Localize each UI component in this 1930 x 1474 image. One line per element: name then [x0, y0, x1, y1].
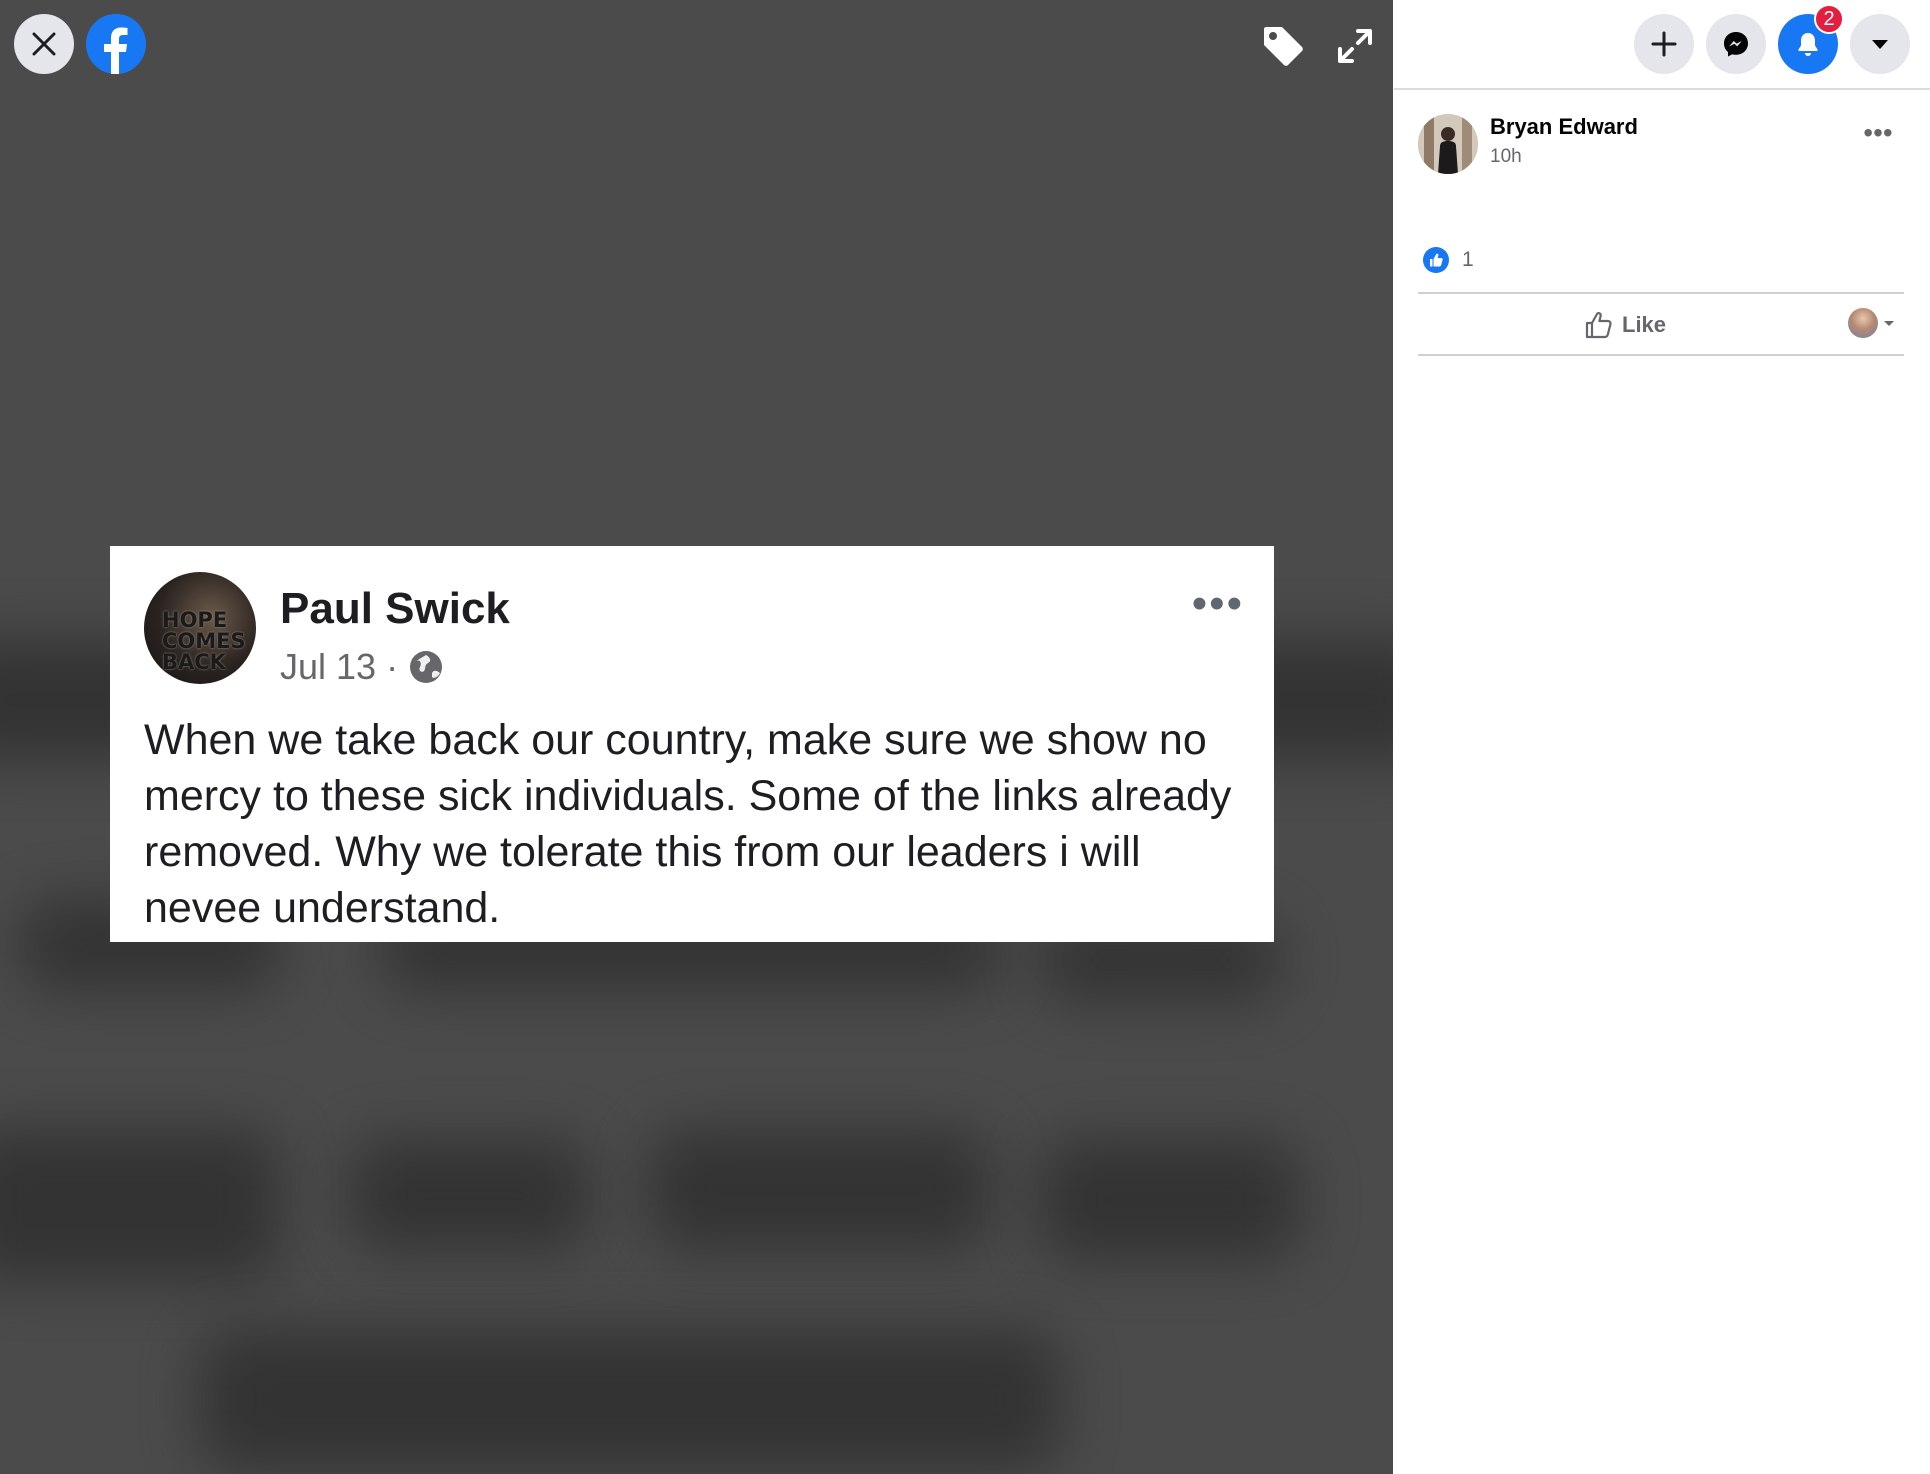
blurred-background: [650, 1130, 990, 1250]
notification-badge: 2: [1814, 4, 1844, 34]
expand-icon: [1338, 29, 1372, 63]
post-date: Jul 13: [280, 646, 377, 687]
notifications-icon: [1798, 33, 1818, 56]
divider: [1418, 354, 1904, 356]
plus-icon: [1651, 31, 1677, 57]
blurred-background: [200, 1330, 1060, 1470]
tag-photo-button[interactable]: [1255, 18, 1311, 74]
blurred-background: [1040, 1140, 1300, 1260]
photo-viewer: HOPE COMES BACK Paul Swick Jul 13 · ••• …: [0, 0, 1393, 1474]
thumbs-up-icon: [1585, 311, 1612, 339]
post-more-icon: •••: [1191, 579, 1244, 628]
blurred-background: [350, 1140, 590, 1250]
like-reaction-icon: [1423, 247, 1449, 273]
author-name[interactable]: Bryan Edward: [1490, 114, 1638, 140]
react-as-selector[interactable]: [1848, 308, 1896, 338]
globe-icon: [410, 651, 443, 683]
account-menu-button[interactable]: [1850, 14, 1910, 74]
shared-post-screenshot: HOPE COMES BACK Paul Swick Jul 13 · ••• …: [110, 546, 1274, 942]
tag-icon: [1264, 27, 1303, 66]
close-icon: [32, 32, 56, 56]
chevron-down-icon: [1884, 321, 1894, 326]
divider: [1418, 292, 1904, 294]
reaction-count: 1: [1462, 248, 1474, 271]
reaction-summary[interactable]: 1: [1422, 246, 1474, 274]
sidebar-header: 2: [1394, 0, 1930, 90]
facebook-logo-icon: [86, 14, 146, 74]
post-timestamp[interactable]: 10h: [1490, 146, 1522, 168]
messenger-button[interactable]: [1706, 14, 1766, 74]
close-button[interactable]: [14, 14, 74, 74]
photo-sidebar: 2 Bryan Edward 10h ••• 1 Like: [1394, 0, 1930, 1474]
meta-separator: ·: [386, 646, 399, 687]
author-avatar[interactable]: [1418, 114, 1478, 174]
messenger-icon: [1724, 32, 1748, 57]
account-menu-icon: [1872, 40, 1888, 49]
like-button[interactable]: Like: [1584, 306, 1666, 344]
post-body-text: When we take back our country, make sure…: [144, 716, 1232, 932]
post-meta: Jul 13 ·: [280, 646, 444, 688]
create-button[interactable]: [1634, 14, 1694, 74]
like-button-label: Like: [1622, 312, 1667, 337]
facebook-logo[interactable]: [86, 14, 146, 74]
current-user-avatar: [1848, 308, 1878, 338]
avatar-text: HOPE COMES BACK: [162, 608, 246, 674]
author-photo: [1418, 114, 1478, 174]
blurred-background: [0, 1130, 280, 1280]
fullscreen-button[interactable]: [1327, 18, 1383, 74]
more-options-icon[interactable]: •••: [1862, 119, 1894, 148]
post-author-name: Paul Swick: [280, 584, 510, 633]
notifications-button[interactable]: 2: [1778, 4, 1844, 74]
post-author-avatar: HOPE COMES BACK: [144, 572, 256, 684]
